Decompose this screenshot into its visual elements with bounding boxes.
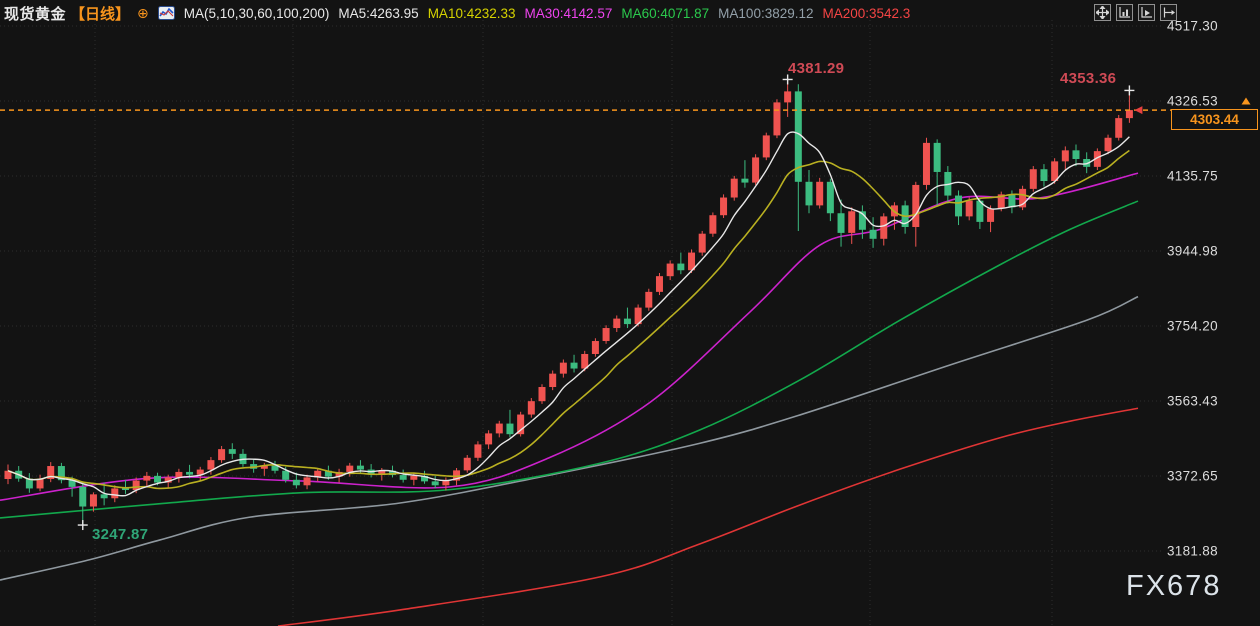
- y-axis-label: 3181.88: [1167, 544, 1218, 559]
- y-axis-label: 3754.20: [1167, 319, 1218, 334]
- ma5-readout: MA5:4263.95: [338, 6, 418, 21]
- chart-canvas[interactable]: [0, 0, 1260, 626]
- y-axis-label: 3944.98: [1167, 244, 1218, 259]
- pan-tool-icon[interactable]: [1094, 4, 1111, 21]
- y-axis-label: 4326.53: [1167, 94, 1218, 109]
- jump-to-latest-icon[interactable]: [1160, 4, 1177, 21]
- axis-scale-icon[interactable]: [1116, 4, 1133, 21]
- axis-autoscroll-icon[interactable]: [1138, 4, 1155, 21]
- symbol-label: 现货黄金: [4, 3, 66, 24]
- price-annotation: 4381.29: [788, 60, 844, 77]
- price-annotation: 4353.36: [1060, 70, 1116, 87]
- ma10-readout: MA10:4232.33: [428, 6, 516, 21]
- crosshair-circle-icon[interactable]: ⊕: [137, 6, 149, 20]
- ma200-readout: MA200:3542.3: [823, 6, 911, 21]
- chart-style-icon[interactable]: [158, 6, 175, 20]
- y-axis-label: 3563.43: [1167, 394, 1218, 409]
- watermark: FX678: [1126, 570, 1221, 603]
- ma-group-label: MA(5,10,30,60,100,200): [184, 6, 330, 21]
- chart-window: 现货黄金 【日线】 ⊕ MA(5,10,30,60,100,200) MA5:4…: [0, 0, 1260, 626]
- y-axis-label: 3372.65: [1167, 469, 1218, 484]
- timeframe-label: 【日线】: [70, 3, 130, 24]
- ma100-readout: MA100:3829.12: [718, 6, 813, 21]
- current-price-tag: 4303.44: [1171, 109, 1258, 130]
- price-annotation: 3247.87: [92, 526, 148, 543]
- chart-header: 现货黄金 【日线】 ⊕ MA(5,10,30,60,100,200) MA5:4…: [0, 0, 910, 26]
- ma30-readout: MA30:4142.57: [525, 6, 613, 21]
- chart-toolbar: [1094, 4, 1177, 21]
- ma60-readout: MA60:4071.87: [621, 6, 709, 21]
- y-axis-label: 4135.75: [1167, 169, 1218, 184]
